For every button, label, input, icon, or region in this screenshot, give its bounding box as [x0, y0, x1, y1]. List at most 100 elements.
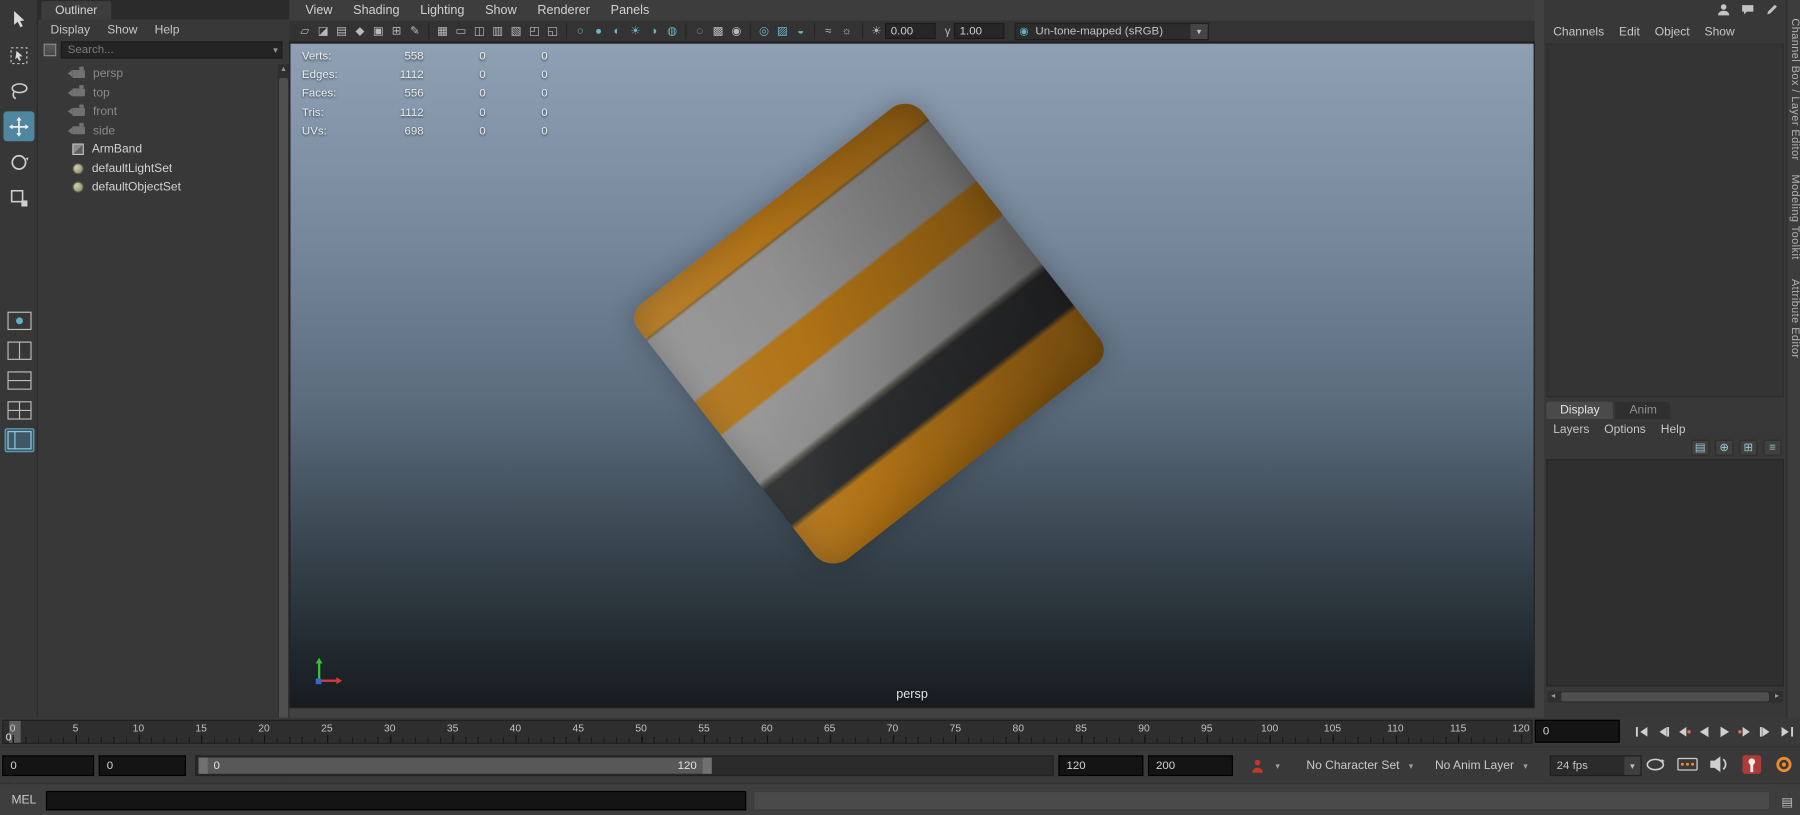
step-forward-key-button[interactable]	[1736, 720, 1756, 743]
viewport-canvas[interactable]: Verts:55800Edges:111200Faces:55600Tris:1…	[289, 42, 1535, 708]
layer-menu-layers[interactable]: Layers	[1553, 422, 1589, 436]
screen-space-ao-icon[interactable]: ◍	[664, 22, 681, 39]
camera-attributes-icon[interactable]: ▤	[333, 22, 350, 39]
chevron-down-icon[interactable]: ▾	[1190, 24, 1207, 39]
safe-title-icon[interactable]: ◱	[544, 22, 561, 39]
move-tool[interactable]	[3, 111, 34, 141]
current-frame-field[interactable]: 0	[1535, 720, 1620, 743]
isolate-select-icon[interactable]: ◎	[755, 22, 772, 39]
2d-pan-zoom-icon[interactable]: ⊞	[388, 22, 405, 39]
scroll-left-icon[interactable]: ◂	[1547, 691, 1558, 702]
outliner-item-armband[interactable]: ArmBand	[38, 140, 278, 159]
wireframe-icon[interactable]: ○	[572, 22, 589, 39]
gamma-icon[interactable]: γ	[945, 25, 951, 38]
anim-preferences-icon[interactable]	[1772, 754, 1795, 775]
outliner-item-defaultlightset[interactable]: defaultLightSet	[38, 159, 278, 178]
display-layer-list[interactable]	[1546, 459, 1784, 686]
outliner-menu-help[interactable]: Help	[155, 22, 180, 36]
viewport-menu-panels[interactable]: Panels	[600, 3, 659, 17]
tab-anim[interactable]: Anim	[1616, 402, 1671, 419]
outliner-item-top[interactable]: top	[38, 83, 278, 102]
resolution-gate-icon[interactable]: ◫	[471, 22, 488, 39]
character-set-icon-button[interactable]: ▾	[1249, 755, 1283, 776]
layer-horizontal-scrollbar[interactable]: ◂ ▸	[1547, 691, 1782, 702]
multisample-aa-icon[interactable]: ▩	[709, 22, 726, 39]
lasso-tool[interactable]	[3, 76, 34, 106]
outliner-tab[interactable]: Outliner	[41, 1, 111, 19]
scrollbar-thumb[interactable]	[279, 78, 288, 771]
channel-menu-show[interactable]: Show	[1705, 25, 1735, 39]
step-back-key-button[interactable]	[1674, 720, 1694, 743]
go-to-start-button[interactable]	[1632, 720, 1652, 743]
scroll-up-icon[interactable]: ▴	[278, 64, 289, 75]
command-mode-button[interactable]: MEL	[11, 793, 36, 807]
viewport-menu-shading[interactable]: Shading	[343, 3, 410, 17]
range-slider-handle[interactable]: 0 120	[199, 758, 712, 774]
outliner-item-front[interactable]: front	[38, 102, 278, 121]
armband-model[interactable]	[627, 94, 1111, 573]
character-set-dropdown[interactable]: No Character Set ▾	[1306, 755, 1416, 776]
select-tool[interactable]	[3, 5, 34, 35]
motion-blur-icon[interactable]: ◌	[691, 22, 708, 39]
play-forward-button[interactable]	[1715, 720, 1735, 743]
new-layer-from-selected-icon[interactable]: ⊞	[1739, 440, 1757, 456]
image-plane-icon[interactable]: ▣	[370, 22, 387, 39]
layer-menu-options[interactable]: Options	[1604, 422, 1646, 436]
outliner-search-input[interactable]	[62, 44, 270, 57]
tab-display[interactable]: Display	[1546, 402, 1613, 419]
anim-layer-dropdown[interactable]: No Anim Layer ▾	[1435, 755, 1531, 776]
playback-end-field[interactable]: 120	[1058, 755, 1143, 776]
loop-icon[interactable]	[1644, 754, 1667, 775]
view-transform-dropdown[interactable]: ◉ Un-tone-mapped (sRGB) ▾	[1015, 22, 1209, 39]
search-dropdown-icon[interactable]: ▾	[270, 45, 281, 55]
two-pane-stacked-layout[interactable]	[4, 368, 34, 392]
playback-start-field[interactable]: 0	[99, 755, 186, 776]
scrollbar-thumb[interactable]	[1561, 692, 1769, 701]
viewport-menu-lighting[interactable]: Lighting	[410, 3, 475, 17]
step-forward-frame-button[interactable]	[1756, 720, 1776, 743]
outliner-item-side[interactable]: side	[38, 121, 278, 140]
viewport-menu-view[interactable]: View	[295, 3, 343, 17]
select-camera-icon[interactable]: ▱	[296, 22, 313, 39]
filter-icon[interactable]	[44, 44, 57, 57]
outliner-vertical-scrollbar[interactable]: ▴ ▾	[278, 64, 289, 799]
use-all-lights-icon[interactable]: ☀	[627, 22, 644, 39]
safe-action-icon[interactable]: ◰	[526, 22, 543, 39]
channel-menu-edit[interactable]: Edit	[1619, 25, 1640, 39]
tab-modeling-toolkit[interactable]: Modeling Toolkit	[1787, 174, 1800, 259]
film-gate-icon[interactable]: ▭	[452, 22, 469, 39]
range-slider-track[interactable]: 0 120	[195, 755, 1054, 776]
four-pane-layout[interactable]	[4, 398, 34, 422]
channel-box-list[interactable]	[1546, 44, 1784, 398]
shadows-icon[interactable]: ◑	[645, 22, 662, 39]
fog-icon[interactable]: ≈	[820, 22, 837, 39]
channel-menu-channels[interactable]: Channels	[1553, 25, 1604, 39]
feedback-icon[interactable]	[1740, 2, 1755, 20]
viewport-menu-show[interactable]: Show	[475, 3, 527, 17]
outliner-persp-layout[interactable]	[4, 428, 34, 452]
scroll-right-icon[interactable]: ▸	[1771, 691, 1782, 702]
tab-attribute-editor[interactable]: Attribute Editor	[1787, 279, 1800, 358]
tab-channel-box-layer-editor[interactable]: Channel Box / Layer Editor	[1787, 18, 1800, 160]
viewport-menu-renderer[interactable]: Renderer	[527, 3, 600, 17]
outliner-item-defaultobjectset[interactable]: defaultObjectSet	[38, 178, 278, 197]
exposure-icon[interactable]: ☀	[871, 25, 881, 38]
single-pane-layout[interactable]	[4, 309, 34, 333]
outliner-menu-display[interactable]: Display	[51, 22, 91, 36]
channel-menu-object[interactable]: Object	[1655, 25, 1690, 39]
smooth-shade-icon[interactable]: ●	[590, 22, 607, 39]
textured-icon[interactable]: ◐	[608, 22, 625, 39]
chevron-down-icon[interactable]: ▾	[1272, 761, 1283, 771]
exposure-field[interactable]: 0.00	[885, 23, 936, 39]
toggle-layers-icon[interactable]: ▤	[1691, 440, 1709, 456]
layer-options-icon[interactable]: ≡	[1763, 440, 1781, 456]
lighting-mode-icon[interactable]: ☼	[838, 22, 855, 39]
speaker-icon[interactable]	[1708, 754, 1731, 775]
gate-mask-icon[interactable]: ▥	[489, 22, 506, 39]
clip-icon[interactable]	[1676, 754, 1699, 775]
new-empty-layer-icon[interactable]: ⊕	[1715, 440, 1733, 456]
marquee-select-tool[interactable]	[3, 40, 34, 70]
step-back-frame-button[interactable]	[1653, 720, 1673, 743]
scale-tool[interactable]	[3, 183, 34, 213]
grease-pencil-icon[interactable]: ✎	[406, 22, 423, 39]
